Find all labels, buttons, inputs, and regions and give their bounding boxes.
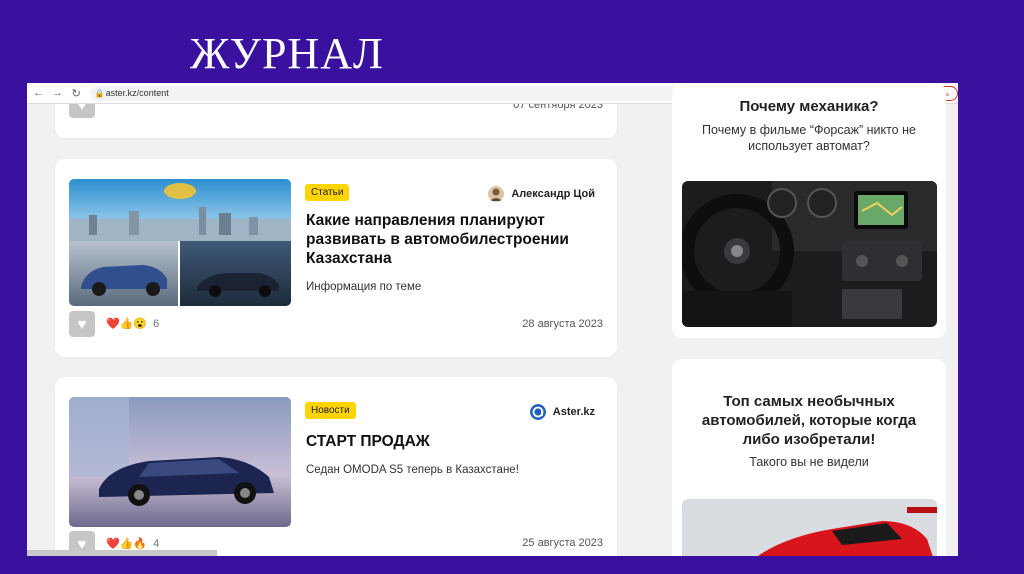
article-title[interactable]: СТАРТ ПРОДАЖ [306, 432, 596, 451]
reaction-count: 6 [153, 317, 160, 330]
lock-icon: 🔒 [94, 88, 105, 98]
back-icon[interactable]: ← [31, 85, 46, 101]
author-name: Aster.kz [552, 406, 595, 418]
article-image [69, 179, 291, 306]
article-date: 28 августа 2023 [522, 318, 603, 330]
sidebar-card-title[interactable]: Топ самых необычных автомобилей, которые… [672, 392, 946, 449]
sidebar-card-image[interactable] [682, 499, 937, 556]
browser-window: ♥ 07 сентября 2023 ← → ↻ 🔒 aster.kz/cont… [27, 83, 958, 556]
sidebar-card[interactable]: Топ самых необычных автомобилей, которые… [672, 359, 946, 556]
sidebar-card-image[interactable] [682, 181, 937, 327]
horizontal-scrollbar[interactable] [27, 550, 217, 556]
reaction-emojis: ❤️👍😮 [106, 318, 148, 330]
sidebar-card-title[interactable]: Почему механика? [672, 97, 946, 116]
sports-car-image [682, 499, 937, 556]
author-name: Александр Цой [511, 188, 595, 200]
sidebar-card-subtitle: Такого вы не видели [749, 455, 869, 469]
reaction-emojis: ❤️👍🔥 [106, 538, 148, 550]
forward-icon[interactable]: → [50, 85, 65, 101]
article-image [69, 397, 291, 527]
author-avatar [529, 404, 546, 420]
category-tag[interactable]: Новости [305, 402, 356, 419]
sidebar-card-subtitle: Почему в фильме “Форсаж” никто не исполь… [702, 123, 916, 153]
reload-icon[interactable]: ↻ [69, 85, 84, 101]
heart-icon: ♥ [77, 315, 87, 333]
article-thumbnail[interactable] [69, 397, 291, 527]
article-date: 25 августа 2023 [522, 537, 603, 549]
reactions[interactable]: ❤️👍😮 6 [106, 317, 160, 331]
article-card[interactable]: Статьи Александр Цой Какие направления п… [55, 159, 617, 357]
like-button[interactable]: ♥ [69, 311, 95, 337]
article-card[interactable]: Новости Aster.kz СТАРТ ПРОДАЖ Седан OMOD… [55, 377, 617, 556]
category-tag[interactable]: Статьи [305, 184, 350, 201]
article-title[interactable]: Какие направления планируют развивать в … [306, 211, 596, 268]
author[interactable]: Aster.kz [529, 404, 595, 420]
author[interactable]: Александр Цой [488, 186, 595, 202]
reactions[interactable]: ❤️👍🔥 4 [106, 537, 160, 551]
url-text: aster.kz/content [105, 88, 169, 98]
car-interior-image [682, 181, 937, 327]
sidebar-card[interactable]: Почему механика? Почему в фильме “Форсаж… [672, 83, 946, 338]
article-excerpt: Седан OMODA S5 теперь в Казахстане! [306, 464, 519, 476]
article-excerpt: Информация по теме [306, 281, 422, 293]
author-avatar [488, 186, 505, 202]
reaction-count: 4 [153, 537, 160, 550]
article-thumbnail[interactable] [69, 179, 291, 306]
slide-title: ЖУРНАЛ [190, 29, 384, 78]
